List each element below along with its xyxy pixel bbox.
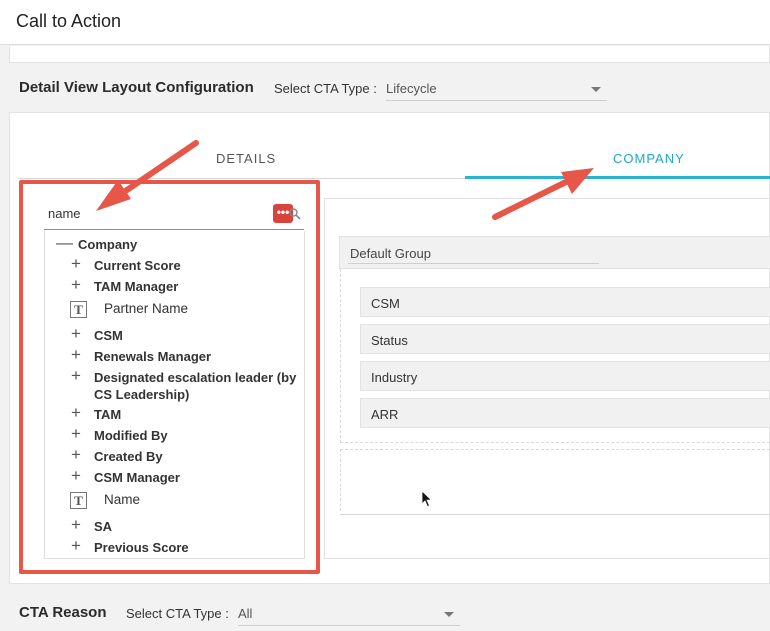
tab-company[interactable]: COMPANY [613, 151, 685, 166]
page-header: Call to Action [0, 0, 770, 45]
detail-layout-title: Detail View Layout Configuration [19, 79, 254, 96]
chevron-down-icon [444, 612, 454, 617]
cta-type-value: Lifecycle [386, 81, 437, 96]
cta-reason-type-value: All [238, 606, 253, 621]
group-name-underline [348, 263, 599, 264]
active-tab-indicator [465, 176, 770, 179]
chevron-down-icon [591, 87, 601, 92]
cta-type-select[interactable]: Lifecycle [386, 75, 607, 101]
mouse-cursor-icon [421, 490, 433, 508]
cta-type-label: Select CTA Type : [126, 606, 229, 621]
drop-zone[interactable] [340, 449, 770, 511]
cta-reason-header: CTA Reason Select CTA Type : All [0, 594, 770, 631]
group-name: Default Group [350, 246, 431, 261]
detail-layout-header: Detail View Layout Configuration Select … [0, 69, 770, 109]
layout-field[interactable]: ARR [360, 398, 770, 428]
cta-type-label: Select CTA Type : [274, 81, 377, 96]
layout-field[interactable]: CSM [360, 287, 770, 317]
collapsed-section [9, 46, 770, 63]
page-title: Call to Action [16, 11, 122, 31]
cta-reason-title: CTA Reason [19, 604, 107, 621]
layout-field[interactable]: Status [360, 324, 770, 354]
group-header[interactable]: Default Group [339, 236, 770, 269]
cta-reason-type-select[interactable]: All [238, 600, 460, 626]
layout-field[interactable]: Industry [360, 361, 770, 391]
annotation-highlight-box [19, 180, 320, 574]
divider [340, 514, 770, 515]
tab-divider [18, 178, 465, 179]
tab-details[interactable]: DETAILS [216, 151, 276, 166]
